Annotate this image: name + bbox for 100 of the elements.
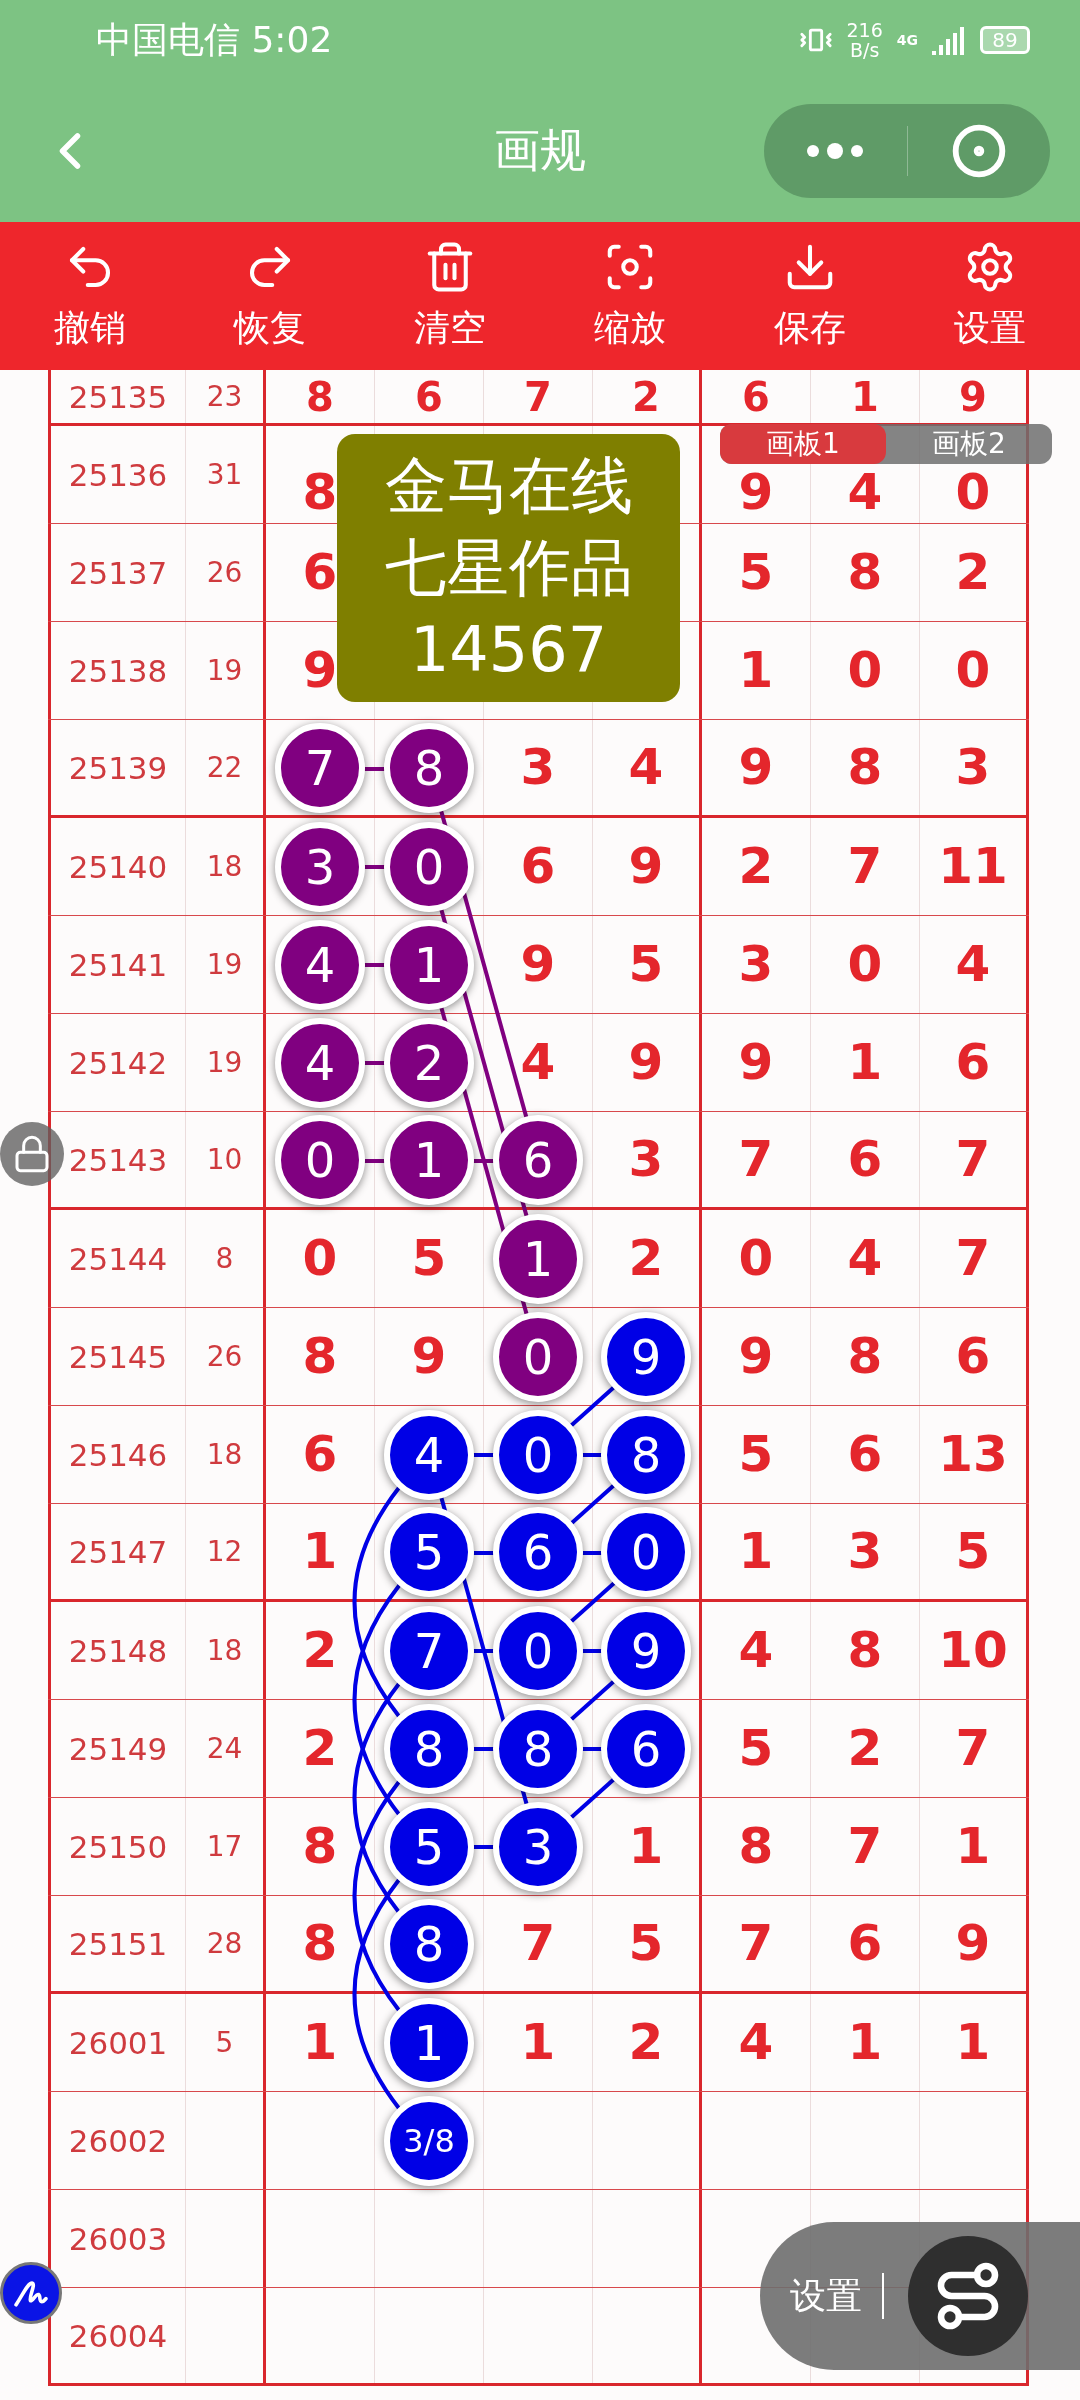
trend-line [473, 1845, 495, 1849]
digit-cell: 6 [302, 1425, 338, 1484]
digit-cell: 5 [411, 1229, 447, 1288]
number-ball[interactable]: 7 [275, 722, 365, 813]
board-tab[interactable]: 画板1 [720, 424, 886, 464]
digit-cell: 4 [847, 1229, 883, 1288]
number-ball[interactable]: 4 [275, 1017, 365, 1108]
sum-cell: 24 [206, 1732, 243, 1765]
number-ball[interactable]: 2 [384, 1017, 474, 1108]
digit-cell: 4 [738, 2013, 774, 2072]
digit-cell: 7 [955, 1229, 991, 1288]
digit-cell: 7 [524, 373, 552, 420]
digit-cell: 6 [955, 1033, 991, 1092]
issue-cell: 25145 [68, 1338, 168, 1375]
clear-button[interactable]: 清空 [360, 222, 540, 370]
sum-cell: 18 [206, 1438, 243, 1471]
number-ball[interactable]: 8 [384, 1898, 474, 1989]
digit-cell: 6 [742, 373, 770, 420]
digit-cell: 8 [302, 1817, 338, 1876]
number-ball[interactable]: 6 [601, 1703, 691, 1794]
settings-link[interactable]: 设置 [790, 2273, 884, 2319]
digit-cell: 1 [738, 641, 774, 700]
issue-cell: 26003 [68, 2220, 168, 2257]
trend-line [364, 865, 386, 869]
trend-line [569, 1678, 617, 1722]
digit-cell: 0 [955, 463, 991, 521]
number-ball[interactable]: 5 [384, 1506, 474, 1597]
number-ball[interactable]: 4 [275, 919, 365, 1010]
number-ball[interactable]: 0 [493, 1311, 583, 1402]
number-ball[interactable]: 1 [384, 1997, 474, 2088]
number-ball[interactable]: 3 [493, 1801, 583, 1892]
save-button[interactable]: 保存 [720, 222, 900, 370]
issue-cell: 25137 [68, 554, 168, 591]
digit-cell: 10 [938, 1621, 1008, 1680]
digit-cell: 9 [738, 463, 774, 521]
issue-cell: 25136 [68, 456, 168, 493]
number-ball[interactable]: 1 [493, 1213, 583, 1304]
digit-cell: 4 [955, 935, 991, 994]
sum-cell: 17 [206, 1830, 243, 1863]
sum-cell: 19 [206, 654, 243, 687]
digit-cell: 5 [738, 1719, 774, 1778]
number-ball[interactable]: 0 [275, 1114, 365, 1205]
number-ball[interactable]: 4 [384, 1409, 474, 1500]
trend-line [582, 1551, 604, 1555]
number-ball[interactable]: 0 [493, 1409, 583, 1500]
sum-cell: 26 [206, 1340, 243, 1373]
digit-cell: 11 [938, 837, 1008, 896]
digit-cell: 2 [302, 1621, 338, 1680]
issue-cell: 25135 [68, 378, 168, 415]
digit-cell: 9 [738, 738, 774, 797]
digit-cell: 5 [628, 1914, 664, 1973]
number-ball[interactable]: 0 [601, 1506, 691, 1597]
sum-cell: 23 [206, 380, 243, 413]
board-tab[interactable]: 画板2 [886, 424, 1052, 464]
number-ball[interactable]: 1 [384, 919, 474, 1010]
number-ball[interactable]: 3/8 [384, 2095, 474, 2186]
digit-cell: 4 [847, 463, 883, 521]
number-ball[interactable]: 0 [384, 821, 474, 912]
trend-line [473, 1453, 495, 1457]
trend-line [582, 1747, 604, 1751]
sum-cell: 22 [206, 751, 243, 784]
digit-cell: 5 [955, 1522, 991, 1581]
digit-cell: 1 [520, 2013, 556, 2072]
signal-icon [932, 25, 966, 55]
digit-cell: 9 [738, 1327, 774, 1386]
number-ball[interactable]: 8 [384, 1703, 474, 1794]
sum-cell: 19 [206, 948, 243, 981]
digit-cell: 3 [738, 935, 774, 994]
number-ball[interactable]: 7 [384, 1605, 474, 1696]
digit-cell: 9 [959, 373, 987, 420]
digit-cell: 8 [738, 1817, 774, 1876]
digit-cell: 1 [302, 2013, 338, 2072]
number-ball[interactable]: 0 [493, 1605, 583, 1696]
issue-cell: 25147 [68, 1533, 168, 1570]
number-ball[interactable]: 6 [493, 1506, 583, 1597]
redo-button[interactable]: 恢复 [180, 222, 360, 370]
number-ball[interactable]: 1 [384, 1114, 474, 1205]
sum-cell: 12 [206, 1535, 243, 1568]
digit-cell: 9 [628, 837, 664, 896]
number-ball[interactable]: 9 [601, 1605, 691, 1696]
trend-line [582, 1453, 604, 1457]
digit-cell: 9 [302, 641, 338, 700]
digit-cell: 13 [938, 1425, 1008, 1484]
sum-cell: 5 [215, 2026, 234, 2059]
number-ball[interactable]: 6 [493, 1114, 583, 1205]
issue-cell: 26004 [68, 2317, 168, 2354]
number-ball[interactable]: 3 [275, 821, 365, 912]
number-ball[interactable]: 8 [601, 1409, 691, 1500]
zoom-button[interactable]: 缩放 [540, 222, 720, 370]
digit-cell: 7 [955, 1130, 991, 1189]
number-ball[interactable]: 8 [493, 1703, 583, 1794]
number-ball[interactable]: 8 [384, 722, 474, 813]
number-ball[interactable]: 9 [601, 1311, 691, 1402]
undo-button[interactable]: 撤销 [0, 222, 180, 370]
settings-button[interactable]: 设置 [900, 222, 1080, 370]
digit-cell: 3 [847, 1522, 883, 1581]
note-text: 金马在线 [384, 448, 633, 524]
digit-cell: 6 [302, 543, 338, 602]
number-ball[interactable]: 5 [384, 1801, 474, 1892]
issue-cell: 25148 [68, 1632, 168, 1669]
